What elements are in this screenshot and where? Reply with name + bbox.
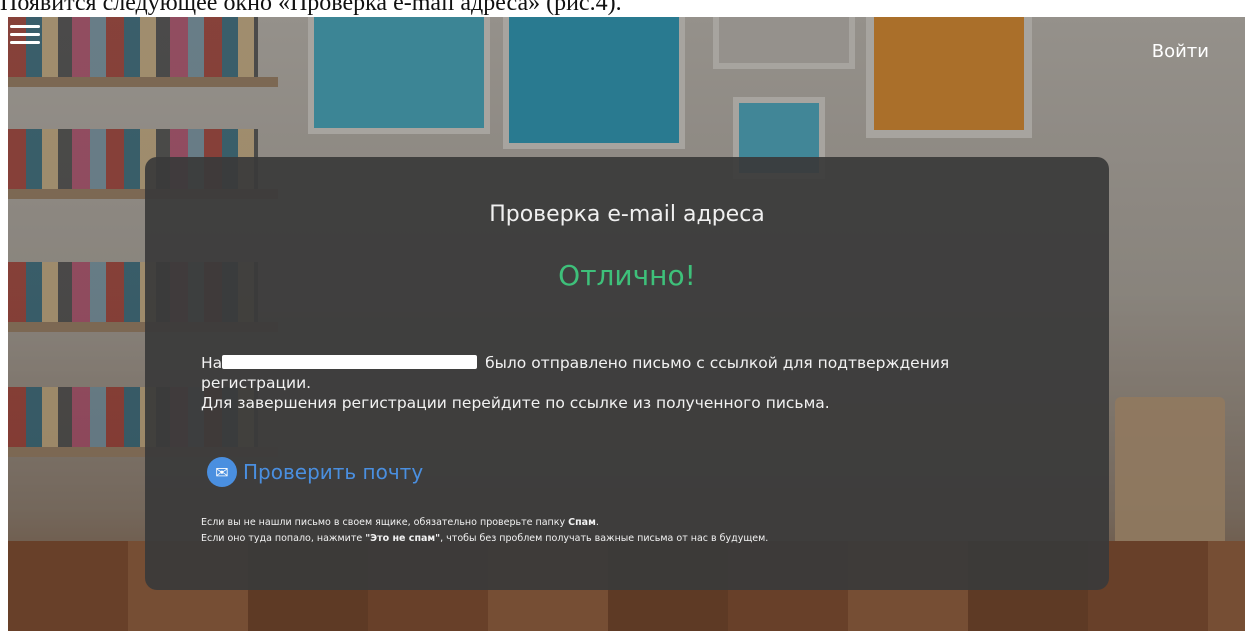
note-bold: Спам — [568, 517, 596, 528]
dialog-title: Проверка e-mail адреса — [489, 202, 765, 227]
hamburger-menu-icon[interactable] — [10, 25, 40, 47]
dialog-body: На было отправлено письмо с ссылкой для … — [201, 353, 1061, 413]
page-background: Войти Проверка e-mail адреса Отлично! На… — [8, 17, 1245, 631]
check-mail-label: Проверить почту — [243, 460, 424, 484]
note-text: Если вы не нашли письмо в своем ящике, о… — [201, 517, 569, 528]
check-mail-link[interactable]: ✉ Проверить почту — [207, 457, 423, 487]
mail-icon: ✉ — [207, 457, 237, 487]
note-bold: "Это не спам" — [365, 533, 441, 544]
spam-note: Если вы не нашли письмо в своем ящике, о… — [201, 515, 1081, 547]
sent-prefix: На — [201, 354, 223, 372]
note-text: , чтобы без проблем получать важные пись… — [440, 533, 769, 544]
login-link[interactable]: Войти — [1152, 41, 1209, 62]
note-text: . — [595, 517, 599, 528]
redacted-email — [222, 355, 478, 369]
note-text: Если оно туда попало, нажмите — [201, 533, 366, 544]
instruction-text: Для завершения регистрации перейдите по … — [201, 394, 830, 412]
success-message: Отлично! — [558, 259, 696, 292]
email-verification-dialog: Проверка e-mail адреса Отлично! На было … — [145, 157, 1109, 590]
